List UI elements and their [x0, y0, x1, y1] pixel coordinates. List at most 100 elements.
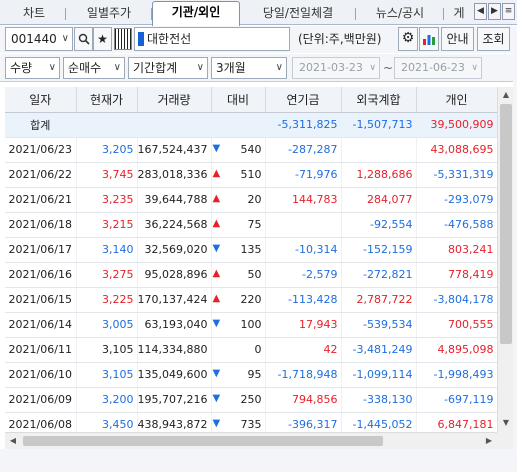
arrow-down-icon: ▼ [212, 368, 221, 379]
tab-news[interactable]: 뉴스/공시 [356, 3, 444, 25]
chevron-down-icon[interactable]: ∨ [62, 28, 69, 50]
cell-individual: 803,241 [416, 237, 497, 263]
chevron-down-icon: ∨ [471, 63, 478, 73]
cell-date: 2021/06/16 [5, 262, 77, 288]
col-header-change[interactable]: 대비 [211, 87, 266, 113]
date-from-input[interactable]: 2021-03-23 ∨ [292, 57, 380, 79]
data-table[interactable]: 일자 현재가 거래량 대비 연기금 외국계합 개인 합계 -5,311,825 … [5, 87, 497, 432]
summary-row[interactable]: 합계 -5,311,825 -1,507,713 39,500,909 [5, 112, 497, 138]
stock-name-field[interactable]: 대한전선 [134, 27, 290, 51]
tab-next-button[interactable]: ▶ [488, 3, 501, 20]
cell-foreign: -92,554 [341, 212, 417, 238]
cell-change: ▼ 540 [211, 137, 266, 163]
table-row[interactable]: 2021/06/09 3,200 195,707,216 ▼ 250 794,856 -33… [5, 387, 497, 413]
horizontal-scroll-thumb[interactable] [23, 436, 383, 446]
table-row[interactable]: 2021/06/11 3,105 114,334,880 0 42 -3,481,249 4… [5, 337, 497, 363]
cell-volume: 283,018,336 [137, 162, 212, 188]
cell-pension: -71,976 [265, 162, 342, 188]
tab-prev-button[interactable]: ◀ [474, 3, 487, 20]
tab-more[interactable]: 게 [444, 3, 474, 25]
cell-price: 3,140 [76, 237, 138, 263]
arrow-up-icon: ▲ [212, 293, 221, 304]
toolbar: 001440 ∨ ★ 대한전선 (단위:주,백만원) ⚙ 안내 조회 [0, 26, 517, 53]
col-header-pension[interactable]: 연기금 [265, 87, 342, 113]
cell-volume: 438,943,872 [137, 412, 212, 432]
cell-pension [265, 212, 342, 238]
table-row[interactable]: 2021/06/21 3,235 39,644,788 ▲ 20 144,783 284,0… [5, 187, 497, 213]
table-row[interactable]: 2021/06/08 3,450 438,943,872 ▼ 735 -396,317 -1… [5, 412, 497, 432]
arrow-down-icon: ▼ [212, 318, 221, 329]
scrollbar-corner [497, 432, 513, 449]
change-value: 95 [247, 368, 262, 381]
range-select[interactable]: 3개월 ∨ [211, 57, 287, 79]
tab-trades[interactable]: 당일/전일체결 [240, 3, 356, 25]
tab-institution-foreign[interactable]: 기관/외인 [152, 1, 240, 26]
table-row[interactable]: 2021/06/22 3,745 283,018,336 ▲ 510 -71,976 1,2… [5, 162, 497, 188]
star-icon[interactable]: ★ [93, 27, 112, 51]
chart-icon[interactable] [419, 27, 439, 51]
change-value: 510 [240, 168, 262, 181]
period-sum-select[interactable]: 기간합계 ∨ [128, 57, 208, 79]
cell-pension: -287,287 [265, 137, 342, 163]
table-row[interactable]: 2021/06/14 3,005 63,193,040 ▼ 100 17,943 -539,… [5, 312, 497, 338]
table-row[interactable]: 2021/06/17 3,140 32,569,020 ▼ 135 -10,314 -152… [5, 237, 497, 263]
net-select[interactable]: 순매수 ∨ [63, 57, 125, 79]
col-header-date[interactable]: 일자 [5, 87, 77, 113]
cell-change: ▼ 135 [211, 237, 266, 263]
qty-select[interactable]: 수량 ∨ [5, 57, 60, 79]
tab-menu-button[interactable]: ≡ [502, 3, 515, 20]
date-from-value: 2021-03-23 [299, 61, 363, 74]
cell-pension: 144,783 [265, 187, 342, 213]
query-button[interactable]: 조회 [477, 27, 510, 51]
vertical-scroll-thumb[interactable] [500, 104, 512, 344]
table-row[interactable]: 2021/06/15 3,225 170,137,424 ▲ 220 -113,428 2,… [5, 287, 497, 313]
cell-foreign: -3,481,249 [341, 337, 417, 363]
scroll-up-icon[interactable]: ▲ [498, 87, 514, 103]
scroll-right-icon[interactable]: ▶ [481, 433, 497, 449]
col-header-volume[interactable]: 거래량 [137, 87, 212, 113]
col-header-foreign[interactable]: 외국계합 [341, 87, 417, 113]
vertical-scrollbar[interactable]: ▲ ▼ [497, 87, 513, 432]
cell-pension: -396,317 [265, 412, 342, 432]
cell-price: 3,745 [76, 162, 138, 188]
guide-button[interactable]: 안내 [441, 27, 474, 51]
cell-price: 3,225 [76, 287, 138, 313]
col-header-price[interactable]: 현재가 [76, 87, 138, 113]
gear-icon[interactable]: ⚙ [398, 27, 418, 51]
summary-volume [137, 112, 212, 138]
stock-code-input[interactable]: 001440 ∨ [5, 27, 73, 51]
horizontal-scrollbar[interactable]: ◀ ▶ [5, 432, 497, 449]
cell-change: ▼ 250 [211, 387, 266, 413]
chevron-down-icon: ∨ [196, 62, 204, 73]
change-value: 735 [240, 418, 262, 431]
table-row[interactable]: 2021/06/16 3,275 95,028,896 ▲ 50 -2,579 -272,8… [5, 262, 497, 288]
cell-date: 2021/06/21 [5, 187, 77, 213]
summary-foreign: -1,507,713 [341, 112, 417, 138]
table-row[interactable]: 2021/06/10 3,105 135,049,600 ▼ 95 -1,718,948-… [5, 362, 497, 388]
table-row[interactable]: 2021/06/23 3,205 167,524,437 ▼ 540 -287,287 43… [5, 137, 497, 163]
cell-change: 0 [211, 337, 266, 363]
net-select-value: 순매수 [68, 61, 102, 75]
tab-bar: 차트 일별주가 기관/외인 당일/전일체결 뉴스/공시 게 ◀ ▶ ≡ [0, 0, 517, 26]
tab-daily-price[interactable]: 일별주가 [66, 3, 152, 25]
scroll-down-icon[interactable]: ▼ [498, 415, 514, 431]
cell-date: 2021/06/08 [5, 412, 77, 432]
range-select-value: 3개월 [216, 61, 246, 75]
stock-info-icon[interactable] [114, 28, 132, 50]
change-value: 50 [247, 268, 262, 281]
tab-chart[interactable]: 차트 [2, 3, 66, 25]
qty-select-value: 수량 [10, 61, 33, 75]
change-value: 135 [240, 243, 262, 256]
search-icon[interactable] [74, 27, 93, 51]
col-header-individual[interactable]: 개인 [416, 87, 497, 113]
date-to-input[interactable]: 2021-06-23 ∨ [394, 57, 482, 79]
arrow-up-icon: ▲ [212, 193, 221, 204]
scroll-left-icon[interactable]: ◀ [5, 433, 21, 449]
summary-price [76, 112, 138, 138]
cell-date: 2021/06/23 [5, 137, 77, 163]
arrow-down-icon: ▼ [212, 418, 221, 429]
cell-individual: -3,804,178 [416, 287, 497, 313]
table-row[interactable]: 2021/06/18 3,215 36,224,568 ▲ 75 -92,554 -476,… [5, 212, 497, 238]
cell-foreign: -1,445,052 [341, 412, 417, 432]
cell-change: ▲ 20 [211, 187, 266, 213]
